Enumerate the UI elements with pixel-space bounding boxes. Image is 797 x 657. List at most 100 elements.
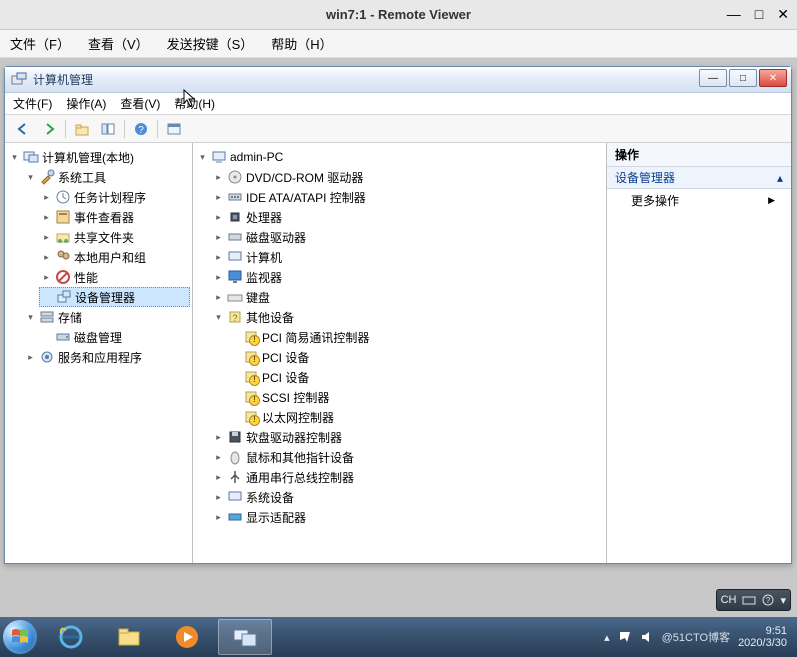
mmc-titlebar[interactable]: 计算机管理 — □ ✕ <box>5 67 791 93</box>
node-computers[interactable]: ▸计算机 <box>211 247 604 267</box>
node-pci-device-1[interactable]: ▸PCI 设备 <box>227 347 604 367</box>
node-pci-device-2[interactable]: ▸PCI 设备 <box>227 367 604 387</box>
mmc-menu-file[interactable]: 文件(F) <box>13 95 52 112</box>
mmc-menubar: 文件(F) 操作(A) 查看(V) 帮助(H) <box>5 93 791 115</box>
node-services-applications[interactable]: ▸服务和应用程序 <box>23 347 190 367</box>
node-keyboards[interactable]: ▸键盘 <box>211 287 604 307</box>
viewer-titlebar[interactable]: win7:1 - Remote Viewer — □ ✕ <box>0 0 797 30</box>
shared-folder-icon <box>55 229 71 245</box>
label: 服务和应用程序 <box>58 349 142 366</box>
toolbar-up[interactable] <box>70 118 94 140</box>
system-devices-icon <box>227 489 243 505</box>
node-shared-folders[interactable]: ▸共享文件夹 <box>39 227 190 247</box>
mmc-close[interactable]: ✕ <box>759 69 787 87</box>
node-system-devices[interactable]: ▸系统设备 <box>211 487 604 507</box>
node-system-tools[interactable]: ▾ 系统工具 <box>23 167 190 187</box>
viewer-close[interactable]: ✕ <box>777 6 789 23</box>
taskbar-item-media-player[interactable] <box>160 619 214 655</box>
computer-icon <box>23 149 39 165</box>
node-local-users-groups[interactable]: ▸本地用户和组 <box>39 247 190 267</box>
node-disk-management[interactable]: ▸磁盘管理 <box>39 327 190 347</box>
unknown-device-icon <box>243 409 259 425</box>
taskbar-item-ie[interactable] <box>44 619 98 655</box>
start-button[interactable] <box>0 617 40 657</box>
node-storage[interactable]: ▾存储 <box>23 307 190 327</box>
menu-file[interactable]: 文件（F） <box>10 34 70 53</box>
node-disk-drives[interactable]: ▸磁盘驱动器 <box>211 227 604 247</box>
scope-pane[interactable]: ▾ 计算机管理(本地) ▾ 系统工具 <box>5 143 193 563</box>
svg-text:?: ? <box>766 596 771 605</box>
mmc-menu-help[interactable]: 帮助(H) <box>174 95 215 112</box>
toolbar-back[interactable] <box>11 118 35 140</box>
windows-orb-icon <box>3 620 37 654</box>
toolbar-show-hide-tree[interactable] <box>96 118 120 140</box>
optical-drive-icon <box>227 169 243 185</box>
ime-indicator[interactable]: CH <box>721 594 737 606</box>
node-ide-ata[interactable]: ▸IDE ATA/ATAPI 控制器 <box>211 187 604 207</box>
mmc-maximize[interactable]: □ <box>729 69 757 87</box>
ime-language-bar[interactable]: CH ? ▾ <box>716 589 791 611</box>
menu-sendkey[interactable]: 发送按键（S） <box>167 34 254 53</box>
ime-options-icon[interactable]: ▾ <box>780 594 786 607</box>
tray-clock[interactable]: 9:51 2020/3/30 <box>738 625 787 649</box>
tray-action-center-icon[interactable] <box>618 630 632 644</box>
node-admin-pc[interactable]: ▾admin-PC <box>195 147 604 167</box>
toolbar-properties[interactable] <box>162 118 186 140</box>
tray-volume-icon[interactable] <box>640 630 654 644</box>
computer-management-window: 计算机管理 — □ ✕ 文件(F) 操作(A) 查看(V) 帮助(H) ? <box>4 66 792 564</box>
label: 磁盘管理 <box>74 329 122 346</box>
toolbar-separator <box>157 120 158 138</box>
device-manager-icon <box>56 289 72 305</box>
viewer-minimize[interactable]: — <box>727 6 741 23</box>
label: 任务计划程序 <box>74 189 146 206</box>
node-usb-controllers[interactable]: ▸通用串行总线控制器 <box>211 467 604 487</box>
ime-help-icon[interactable]: ? <box>762 594 774 606</box>
label: 本地用户和组 <box>74 249 146 266</box>
menu-view[interactable]: 查看（V） <box>88 34 149 53</box>
taskbar[interactable]: ▴ @51CTO博客 9:51 2020/3/30 <box>0 617 797 657</box>
node-other-devices[interactable]: ▾?其他设备 <box>211 307 604 327</box>
mmc-minimize[interactable]: — <box>699 69 727 87</box>
toolbar-separator <box>124 120 125 138</box>
node-floppy-controllers[interactable]: ▸软盘驱动器控制器 <box>211 427 604 447</box>
action-more-actions[interactable]: 更多操作 ▶ <box>607 189 791 211</box>
toolbar-help[interactable]: ? <box>129 118 153 140</box>
disk-mgmt-icon <box>55 329 71 345</box>
node-mice[interactable]: ▸鼠标和其他指针设备 <box>211 447 604 467</box>
mouse-icon <box>227 449 243 465</box>
collapse-icon: ▴ <box>777 171 783 185</box>
clock-icon <box>55 189 71 205</box>
node-processors[interactable]: ▸处理器 <box>211 207 604 227</box>
node-monitors[interactable]: ▸监视器 <box>211 267 604 287</box>
system-tray[interactable]: ▴ @51CTO博客 9:51 2020/3/30 <box>604 625 797 649</box>
mmc-menu-action[interactable]: 操作(A) <box>66 95 106 112</box>
node-pci-comm-controller[interactable]: ▸PCI 简易通讯控制器 <box>227 327 604 347</box>
mmc-toolbar: ? <box>5 115 791 143</box>
services-icon <box>39 349 55 365</box>
label: 监视器 <box>246 269 282 286</box>
node-display-adapters[interactable]: ▸显示适配器 <box>211 507 604 527</box>
viewer-maximize[interactable]: □ <box>755 6 763 23</box>
taskbar-item-explorer[interactable] <box>102 619 156 655</box>
node-ethernet-controller[interactable]: ▸以太网控制器 <box>227 407 604 427</box>
node-task-scheduler[interactable]: ▸任务计划程序 <box>39 187 190 207</box>
menu-help[interactable]: 帮助（H） <box>271 34 332 53</box>
unknown-device-icon <box>243 369 259 385</box>
ime-keyboard-icon[interactable] <box>742 594 756 606</box>
label: 通用串行总线控制器 <box>246 469 354 486</box>
node-device-manager[interactable]: ▸设备管理器 <box>39 287 190 307</box>
node-performance[interactable]: ▸性能 <box>39 267 190 287</box>
result-pane[interactable]: ▾admin-PC ▸DVD/CD-ROM 驱动器 ▸IDE ATA/ATAPI… <box>193 143 607 563</box>
tray-show-hidden-icons[interactable]: ▴ <box>604 631 610 644</box>
toolbar-forward[interactable] <box>37 118 61 140</box>
mmc-menu-view[interactable]: 查看(V) <box>120 95 160 112</box>
label: 系统设备 <box>246 489 294 506</box>
node-dvd-cdrom[interactable]: ▸DVD/CD-ROM 驱动器 <box>211 167 604 187</box>
ide-controller-icon <box>227 189 243 205</box>
actions-panel-title[interactable]: 设备管理器 ▴ <box>607 167 791 189</box>
node-event-viewer[interactable]: ▸事件查看器 <box>39 207 190 227</box>
node-scsi-controller[interactable]: ▸SCSI 控制器 <box>227 387 604 407</box>
taskbar-item-computer-management[interactable] <box>218 619 272 655</box>
node-computer-management-local[interactable]: ▾ 计算机管理(本地) <box>7 147 190 167</box>
label: DVD/CD-ROM 驱动器 <box>246 169 363 186</box>
